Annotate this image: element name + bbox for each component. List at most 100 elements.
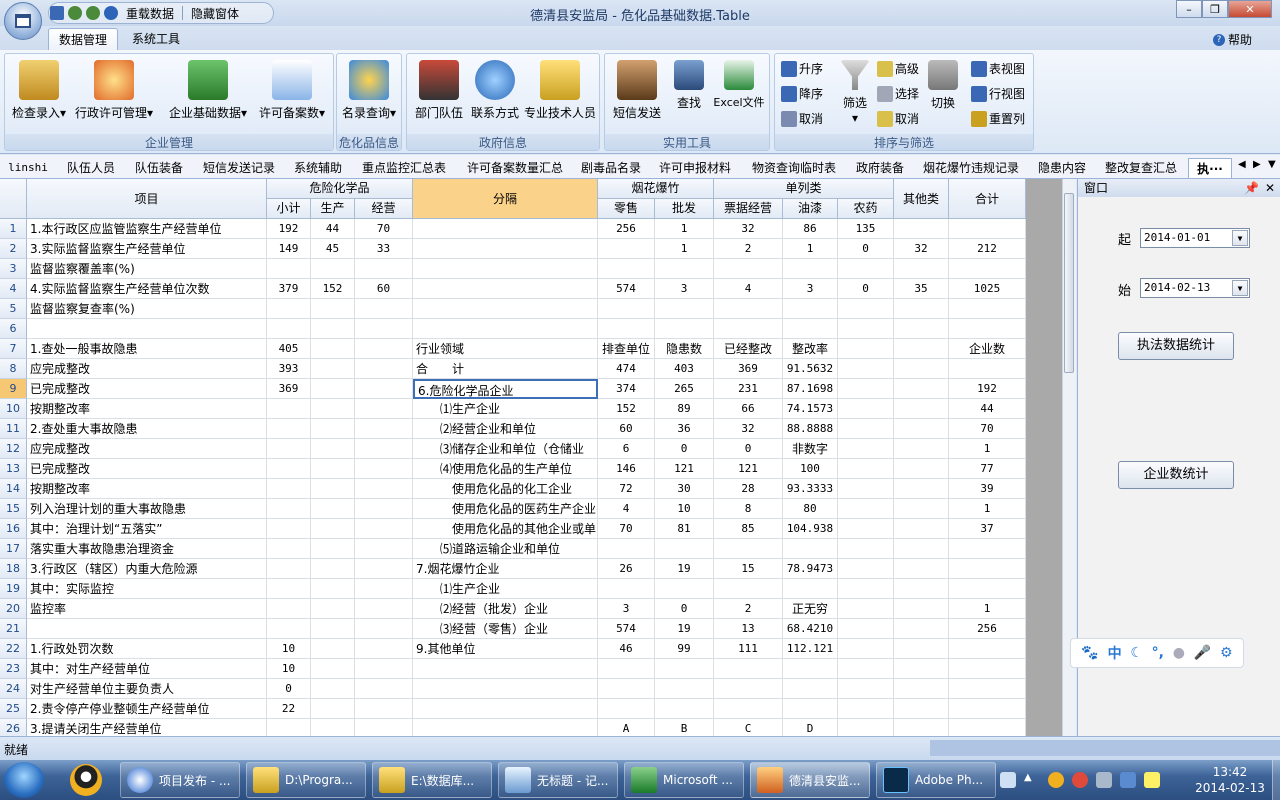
grid-cell[interactable]: 88.8888 [783,419,838,439]
enterprise-count-button[interactable]: 企业数统计 [1118,461,1234,489]
row-number[interactable]: 1 [0,219,27,239]
col-header-subtotal[interactable]: 小计 [267,199,311,219]
grid-cell[interactable]: 监督监察覆盖率(%) [27,259,267,279]
grid-cell[interactable] [949,259,1026,279]
col-header-hazchem[interactable]: 危险化学品 [267,179,413,199]
grid-cell[interactable] [311,379,355,399]
dropdown-icon[interactable]: ▼ [1232,280,1248,296]
col-header-other[interactable]: 其他类 [894,179,949,219]
grid-cell[interactable] [655,299,714,319]
grid-cell[interactable] [355,559,413,579]
grid-cell[interactable] [949,719,1026,736]
grid-cell[interactable]: 使用危化品的医药生产企业 [413,499,598,519]
grid-cell[interactable]: 212 [949,239,1026,259]
grid-cell[interactable]: ⑴生产企业 [413,399,598,419]
grid-cell[interactable]: 1 [949,439,1026,459]
grid-cell[interactable]: 1 [783,239,838,259]
taskbar-item[interactable]: 项目发布 - ... [120,762,240,798]
grid-cell[interactable] [655,659,714,679]
grid-cell[interactable] [949,659,1026,679]
grid-cell[interactable] [413,699,598,719]
grid-cell[interactable] [311,339,355,359]
grid-cell[interactable]: 2.责令停产停业整顿生产经营单位 [27,699,267,719]
grid-cell[interactable] [355,499,413,519]
col-header-production[interactable]: 生产 [311,199,355,219]
grid-cell[interactable]: 0 [655,599,714,619]
grid-cell[interactable]: 72 [598,479,655,499]
grid-cell[interactable]: 3.行政区（辖区）内重大危险源 [27,559,267,579]
grid-cell[interactable] [783,699,838,719]
grid-cell[interactable] [838,579,894,599]
grid-cell[interactable]: 33 [355,239,413,259]
network-monitor-icon[interactable] [1000,772,1016,788]
grid-cell[interactable] [838,319,894,339]
grid-cell[interactable]: 落实重大事故隐患治理资金 [27,539,267,559]
grid-cell[interactable]: 0 [838,239,894,259]
grid-cell[interactable] [894,619,949,639]
grid-cell[interactable]: 1 [949,499,1026,519]
col-header-separator[interactable]: 分隔 [413,179,598,219]
grid-cell[interactable]: 99 [655,639,714,659]
grid-cell[interactable]: 非数字 [783,439,838,459]
sort-asc-button[interactable]: 升序 [781,60,823,77]
grid-cell[interactable]: 152 [311,279,355,299]
grid-cell[interactable] [655,259,714,279]
doc-tab[interactable]: 整改复查汇总 [1098,158,1184,178]
grid-cell[interactable]: 135 [838,219,894,239]
grid-cell[interactable]: 10 [655,499,714,519]
filter-cancel-button[interactable]: 取消 [877,110,919,127]
tech-staff-button[interactable]: 专业技术人员 [523,60,597,121]
grid-cell[interactable] [598,539,655,559]
grid-cell[interactable]: 按期整改率 [27,399,267,419]
doc-tab[interactable]: 队伍人员 [60,158,122,178]
grid-cell[interactable]: 256 [949,619,1026,639]
row-number[interactable]: 14 [0,479,27,499]
grid-cell[interactable] [267,599,311,619]
table-view-button[interactable]: 表视图 [971,60,1025,77]
grid-cell[interactable] [714,579,783,599]
grid-cell[interactable] [783,539,838,559]
grid-cell[interactable]: 1025 [949,279,1026,299]
grid-cell[interactable] [311,559,355,579]
grid-cell[interactable] [949,299,1026,319]
grid-cell[interactable] [311,459,355,479]
grid-cell[interactable] [311,639,355,659]
col-header-ticket[interactable]: 票据经营 [714,199,783,219]
grid-cell[interactable] [598,299,655,319]
grid-cell[interactable]: 1 [655,239,714,259]
col-header-single[interactable]: 单列类 [714,179,894,199]
col-header-fireworks[interactable]: 烟花爆竹 [598,179,714,199]
grid-cell[interactable] [598,239,655,259]
grid-cell[interactable]: 其中：实际监控 [27,579,267,599]
grid-cell[interactable]: 3 [598,599,655,619]
col-header-retail[interactable]: 零售 [598,199,655,219]
grid-cell[interactable] [311,399,355,419]
advanced-filter-button[interactable]: 高级 [877,60,919,77]
grid-cell[interactable]: 149 [267,239,311,259]
grid-cell[interactable] [655,539,714,559]
reset-columns-button[interactable]: 重置列 [971,110,1025,127]
grid-cell[interactable] [838,259,894,279]
tab-system-tools[interactable]: 系统工具 [122,28,190,50]
grid-cell[interactable]: 369 [267,379,311,399]
grid-cell[interactable] [355,539,413,559]
grid-cell[interactable] [894,379,949,399]
grid-cell[interactable]: 监督监察复查率(%) [27,299,267,319]
grid-cell[interactable] [355,479,413,499]
grid-cell[interactable] [267,299,311,319]
grid-cell[interactable]: 2 [714,239,783,259]
grid-cell[interactable]: 1 [949,599,1026,619]
tab-scroll-left-icon[interactable]: ◀ [1238,159,1246,170]
grid-cell[interactable] [311,719,355,736]
grid-cell[interactable]: ⑶储存企业和单位（仓储业 [413,439,598,459]
grid-cell[interactable]: 7.烟花爆竹企业 [413,559,598,579]
grid-cell[interactable]: 45 [311,239,355,259]
grid-cell[interactable]: 0 [838,279,894,299]
grid-cell[interactable] [355,299,413,319]
grid-cell[interactable] [838,459,894,479]
grid-cell[interactable] [838,539,894,559]
grid-cell[interactable]: B [655,719,714,736]
grid-cell[interactable] [267,439,311,459]
doc-tab[interactable]: 许可申报材料 [652,158,738,178]
grid-cell[interactable] [894,699,949,719]
